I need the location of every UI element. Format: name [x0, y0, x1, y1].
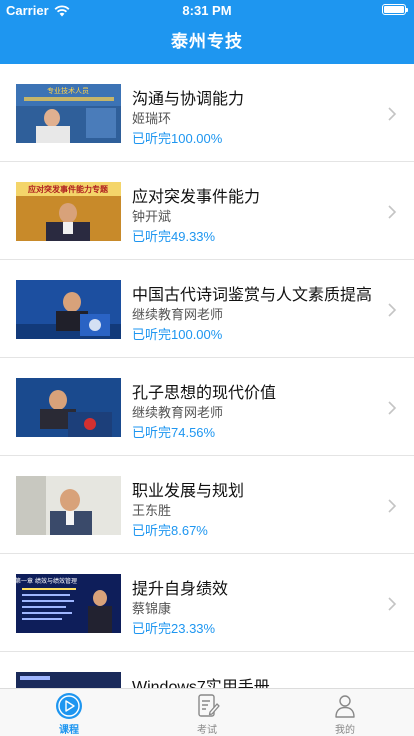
exam-icon: [198, 694, 220, 717]
course-item[interactable]: 第一章 绩效与绩效管理 提升自身绩效 蔡锦康 已听完23.33%: [0, 554, 414, 652]
header: Carrier 8:31 PM 泰州专技: [0, 0, 414, 64]
course-progress: 已听完8.67%: [132, 523, 208, 538]
chevron-right-icon: [388, 107, 397, 121]
chevron-right-icon: [388, 401, 397, 415]
tab-label: 课程: [59, 725, 79, 736]
course-item[interactable]: 应对突发事件能力专题 应对突发事件能力 钟开斌 已听完49.33%: [0, 162, 414, 260]
play-icon: [56, 693, 82, 719]
thumb-caption: 专业技术人员: [47, 86, 89, 95]
lecture-thumbnail-image: 应对突发事件能力专题: [16, 182, 121, 241]
chevron-right-icon: [388, 597, 397, 611]
course-thumbnail: [16, 476, 121, 535]
battery-icon: [382, 4, 408, 15]
lecture-thumbnail-image: 第一章 绩效与绩效管理: [16, 574, 121, 633]
course-thumbnail: 专业技术人员: [16, 84, 121, 143]
course-teacher: 王东胜: [132, 503, 172, 518]
course-progress: 已听完74.56%: [132, 425, 216, 440]
course-teacher: 钟开斌: [132, 209, 172, 224]
course-teacher: 继续教育网老师: [132, 307, 224, 322]
page-title: 泰州专技: [171, 32, 243, 51]
thumb-caption: 应对突发事件能力专题: [28, 184, 109, 194]
course-teacher: 蔡锦康: [132, 601, 172, 616]
course-list: 专业技术人员 沟通与协调能力 姬瑞环 已听完100.00% 应对突发事件能力专题: [0, 64, 414, 688]
course-title: 职业发展与规划: [132, 483, 245, 500]
thumb-caption: 第一章 绩效与绩效管理: [16, 577, 77, 585]
course-title: 孔子思想的现代价值: [132, 385, 277, 402]
tab-courses[interactable]: 课程: [0, 689, 138, 736]
course-thumbnail: [16, 280, 121, 339]
course-title: 中国古代诗词鉴赏与人文素质提高: [132, 287, 373, 304]
course-thumbnail: 第一章 绩效与绩效管理: [16, 574, 121, 633]
person-icon: [335, 695, 355, 718]
course-teacher: 姬瑞环: [132, 111, 172, 126]
app-screen: Carrier 8:31 PM 泰州专技 专业技术人员 沟通与协调能力 姬瑞环 …: [0, 0, 414, 736]
lecture-thumbnail-image: 专业技术人员: [16, 84, 121, 143]
course-title: Windows7实用手册: [132, 679, 270, 688]
course-thumbnail: [16, 378, 121, 437]
lecture-thumbnail-image: [16, 280, 121, 339]
chevron-right-icon: [388, 499, 397, 513]
lecture-thumbnail-image: [16, 672, 121, 688]
course-progress: 已听完49.33%: [132, 229, 216, 244]
course-progress: 已听完23.33%: [132, 621, 216, 636]
tab-label: 我的: [335, 725, 355, 736]
status-bar: Carrier 8:31 PM: [0, 0, 414, 20]
course-item[interactable]: Windows7实用手册: [0, 652, 414, 688]
chevron-right-icon: [388, 205, 397, 219]
chevron-right-icon: [388, 303, 397, 317]
course-progress: 已听完100.00%: [132, 327, 223, 342]
course-item[interactable]: 职业发展与规划 王东胜 已听完8.67%: [0, 456, 414, 554]
tab-label: 考试: [197, 725, 217, 736]
tab-exam[interactable]: 考试: [138, 689, 276, 736]
tab-bar: 课程 考试 我的: [0, 688, 414, 736]
course-title: 提升自身绩效: [132, 581, 229, 598]
lecture-thumbnail-image: [16, 378, 121, 437]
course-title: 沟通与协调能力: [132, 91, 245, 108]
course-progress: 已听完100.00%: [132, 131, 223, 146]
tab-profile[interactable]: 我的: [276, 689, 414, 736]
course-item[interactable]: 孔子思想的现代价值 继续教育网老师 已听完74.56%: [0, 358, 414, 456]
course-thumbnail: 应对突发事件能力专题: [16, 182, 121, 241]
clock: 8:31 PM: [182, 3, 232, 18]
course-item[interactable]: 中国古代诗词鉴赏与人文素质提高 继续教育网老师 已听完100.00%: [0, 260, 414, 358]
course-thumbnail: [16, 672, 121, 688]
lecture-thumbnail-image: [16, 476, 121, 535]
course-title: 应对突发事件能力: [132, 189, 261, 206]
course-item[interactable]: 专业技术人员 沟通与协调能力 姬瑞环 已听完100.00%: [0, 64, 414, 162]
course-teacher: 继续教育网老师: [132, 405, 224, 420]
